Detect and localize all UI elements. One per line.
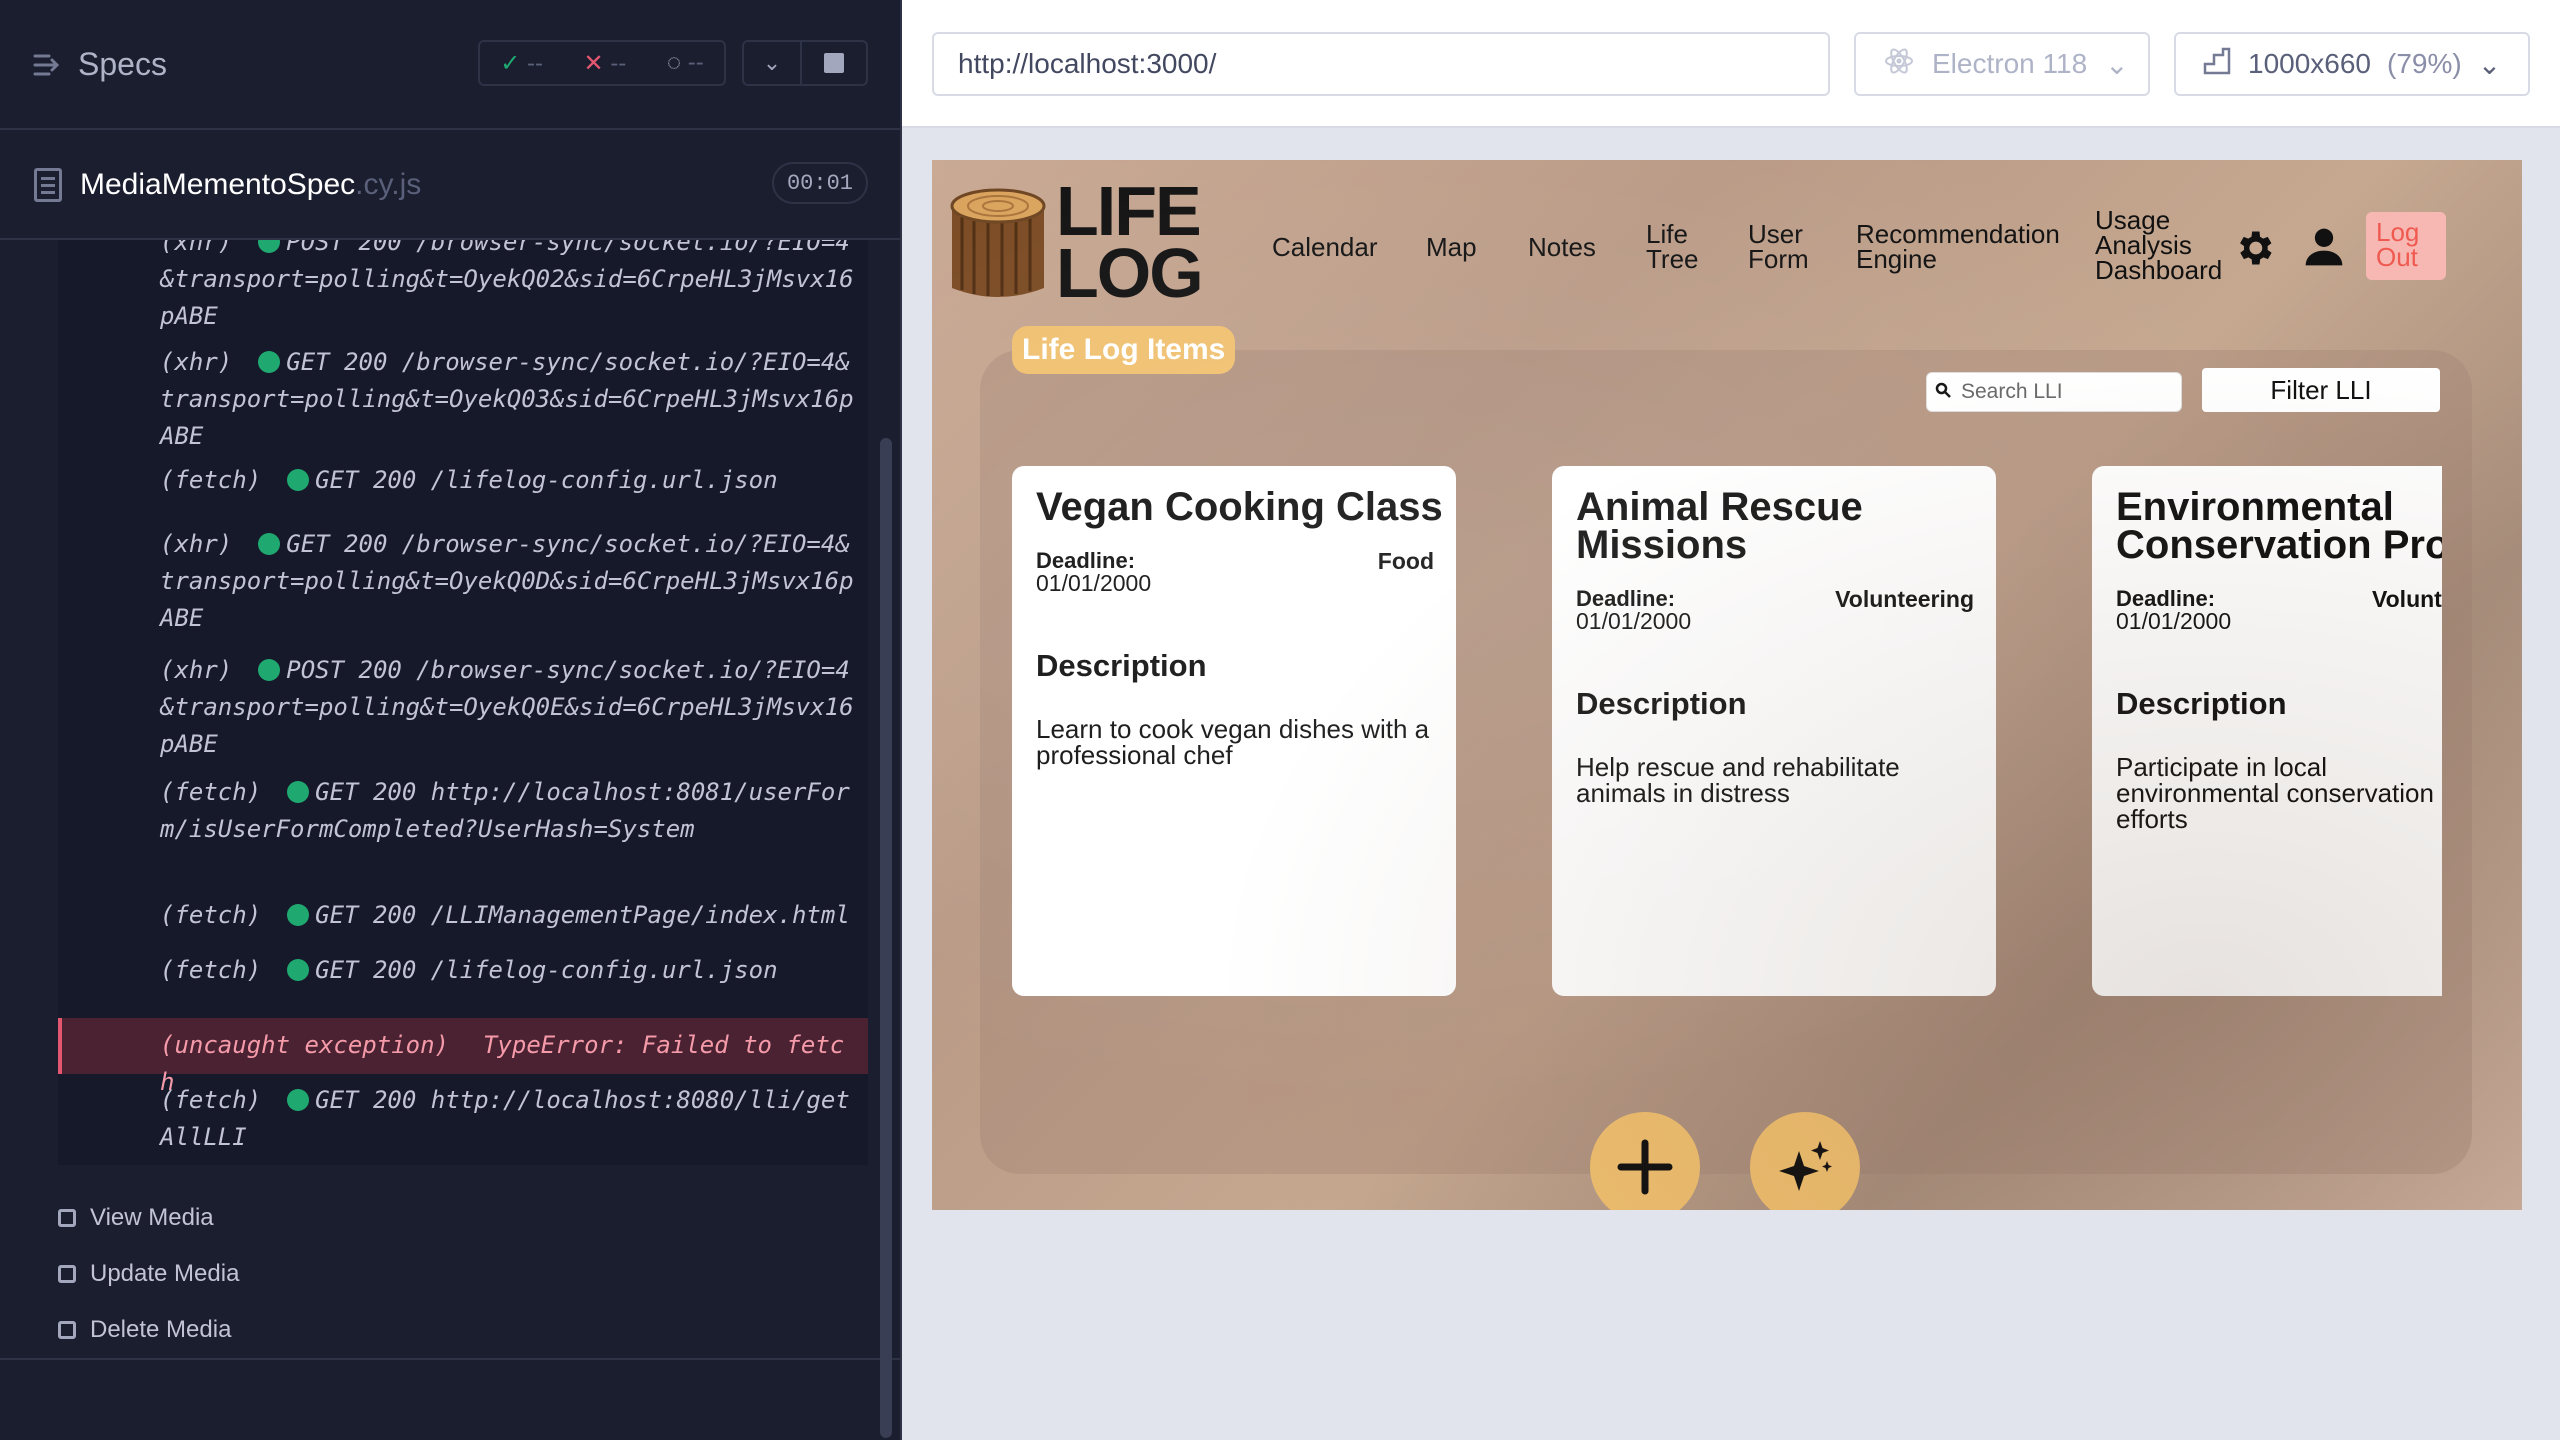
card-title: Animal Rescue Missions (1576, 485, 1863, 567)
viewport-size: 1000x660 (2248, 48, 2372, 79)
user-profile-icon[interactable] (2302, 224, 2346, 270)
test-stats: ✓ -- ✕ -- ◌ -- (478, 40, 726, 86)
log-entry[interactable]: (xhr) POST 200 /browser-sync/socket.io/?E… (58, 652, 868, 763)
deadline-label: Deadline: (2116, 586, 2216, 611)
panel-divider[interactable] (900, 0, 902, 1440)
plus-icon (1617, 1139, 1673, 1195)
chevron-down-icon: ⌄ (2477, 48, 2502, 80)
sparkles-icon (1779, 1141, 1832, 1191)
specs-header: Specs ✓ -- ✕ -- ◌ -- ⌄ (0, 0, 900, 130)
status-dot-icon (258, 659, 281, 681)
deadline-label: Deadline: (1036, 548, 1136, 573)
stop-icon (824, 53, 844, 73)
url-field[interactable]: http://localhost:3000/ (932, 32, 1830, 96)
deadline-value: 01/01/2000 (2116, 608, 2232, 634)
test-step-update-media[interactable]: Update Media (58, 1260, 239, 1288)
status-dot-icon (287, 959, 310, 981)
description-text: Help rescue and rehabilitate animals in … (1576, 752, 1900, 808)
description-text: Learn to cook vegan dishes with a profes… (1036, 714, 1430, 770)
log-entry[interactable]: (xhr) POST 200 /browser-sync/socket.io/?E… (58, 240, 868, 335)
spec-file-name: MediaMementoSpec.cy.js (80, 168, 422, 201)
deadline-value: 01/01/2000 (1036, 570, 1152, 596)
log-entry[interactable]: (fetch) GET 200 /LLIManagementPage/index.… (58, 897, 868, 934)
status-dot-icon (287, 1089, 310, 1111)
gear-icon[interactable] (2232, 226, 2276, 270)
specs-list-icon[interactable] (32, 50, 62, 80)
specs-title[interactable]: Specs (78, 46, 167, 83)
zoom-level: (79%) (2387, 48, 2462, 79)
description-text: Participate in local environmental conse… (2116, 752, 2434, 834)
duration-badge: 00:01 (772, 162, 868, 204)
checkbox-icon (58, 1265, 76, 1283)
filter-button[interactable]: Filter LLI (2202, 368, 2440, 412)
log-entry[interactable]: (fetch) GET 200 /lifelog-config.url.json (58, 462, 868, 499)
log-entry[interactable]: (fetch) GET 200 http://localhost:8081/use… (58, 774, 868, 848)
command-log: (xhr) POST 200 /browser-sync/socket.io/?E… (58, 240, 868, 1165)
pending-count: ◌ -- (666, 49, 704, 76)
log-stump-logo-icon (948, 184, 1048, 302)
log-entry-error[interactable]: (uncaught exception) TypeError: Failed to… (58, 1018, 868, 1096)
description-heading: Description (2116, 686, 2287, 721)
nav-life-tree[interactable]: Life Tree (1646, 221, 1716, 272)
browser-bar: http://localhost:3000/ Electron 118 ⌄ 10… (902, 0, 2560, 128)
status-dot-icon (258, 533, 281, 555)
electron-icon (1884, 46, 1914, 83)
failed-count: ✕ -- (583, 49, 627, 77)
app-logo-text: LIFE LOG (1056, 172, 1204, 312)
cypress-runner-panel: Specs ✓ -- ✕ -- ◌ -- ⌄ MediaMementoSpec.… (0, 0, 900, 1440)
card-title: Environmental Conservation Projects (2116, 485, 2442, 567)
card-title: Vegan Cooking Class (1036, 485, 1443, 529)
browser-name: Electron 118 (1932, 48, 2088, 79)
description-heading: Description (1576, 686, 1747, 721)
search-input[interactable]: Search LLI (1926, 372, 2182, 412)
category-label: Volunteering (1835, 586, 1974, 612)
check-icon: ✓ (500, 49, 521, 77)
lli-card[interactable]: Vegan Cooking Class Deadline: 01/01/2000… (1012, 466, 1456, 996)
panel-title: Life Log Items (1012, 326, 1236, 374)
lli-card[interactable]: Environmental Conservation Projects Dead… (2092, 466, 2442, 996)
nav-notes[interactable]: Notes (1528, 234, 1596, 260)
cross-icon: ✕ (583, 49, 604, 77)
search-icon (1935, 382, 1951, 398)
passed-count: ✓ -- (500, 49, 544, 77)
status-dot-icon (287, 904, 310, 926)
divider (0, 1358, 900, 1360)
viewport-selector[interactable]: 1000x660 (79%) ⌄ (2174, 32, 2530, 96)
deadline-value: 01/01/2000 (1576, 608, 1692, 634)
checkbox-icon (58, 1321, 76, 1339)
document-icon (34, 168, 62, 202)
deadline-label: Deadline: (1576, 586, 1676, 611)
scrollbar[interactable] (880, 438, 892, 1438)
app-viewport: LIFE LOG Calendar Map Notes Life Tree Use… (932, 160, 2522, 1210)
test-step-delete-media[interactable]: Delete Media (58, 1316, 231, 1344)
category-label: Volunteering (2372, 586, 2442, 612)
logout-button[interactable]: Log Out (2366, 212, 2446, 280)
browser-selector[interactable]: Electron 118 ⌄ (1854, 32, 2150, 96)
log-entry[interactable]: (xhr) GET 200 /browser-sync/socket.io/?EI… (58, 344, 868, 455)
log-entry[interactable]: (xhr) GET 200 /browser-sync/socket.io/?EI… (58, 526, 868, 637)
chevron-down-icon: ⌄ (762, 50, 782, 75)
status-dot-icon (258, 351, 281, 373)
nav-user-form[interactable]: User Form (1748, 221, 1828, 272)
nav-map[interactable]: Map (1426, 234, 1477, 260)
status-dot-icon (287, 781, 310, 803)
spec-file-row[interactable]: MediaMementoSpec.cy.js (0, 132, 900, 240)
test-step-view-media[interactable]: View Media (58, 1204, 214, 1232)
status-dot-icon (287, 469, 310, 491)
nav-calendar[interactable]: Calendar (1272, 234, 1378, 260)
category-label: Food (1377, 548, 1434, 574)
log-entry[interactable]: (fetch) GET 200 /lifelog-config.url.json (58, 952, 868, 989)
ruler-icon (2202, 46, 2232, 83)
run-options-button[interactable]: ⌄ (742, 40, 802, 86)
log-entry[interactable]: (fetch) GET 200 http://localhost:8080/lli… (58, 1082, 868, 1156)
nav-usage-analysis-dashboard[interactable]: Usage Analysis Dashboard (2095, 207, 2235, 283)
checkbox-icon (58, 1209, 76, 1227)
status-dot-icon (258, 240, 281, 253)
nav-recommendation-engine[interactable]: Recommendation Engine (1856, 221, 2086, 272)
lli-card[interactable]: Animal Rescue Missions Deadline: 01/01/2… (1552, 466, 1996, 996)
description-heading: Description (1036, 648, 1207, 683)
chevron-down-icon: ⌄ (2105, 48, 2129, 80)
stop-button[interactable] (802, 40, 868, 86)
spinner-icon: ◌ (666, 49, 682, 76)
